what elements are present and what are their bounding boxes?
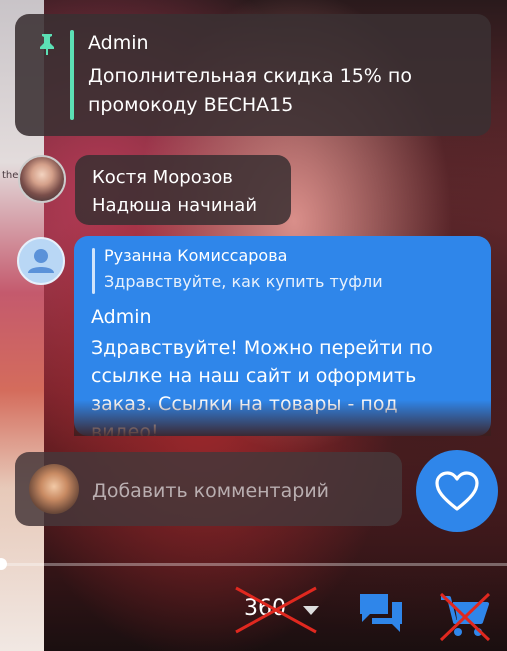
quote-bar — [92, 248, 95, 294]
quoted-text: Здравствуйте, как купить туфли — [104, 272, 383, 291]
pinned-accent-bar — [70, 30, 74, 120]
avatar[interactable] — [17, 237, 65, 285]
like-button[interactable] — [416, 450, 498, 532]
cart-icon[interactable] — [437, 590, 493, 642]
reply-author: Admin — [91, 306, 152, 328]
comment-author: Костя Морозов — [92, 167, 233, 188]
avatar[interactable] — [18, 155, 66, 203]
quoted-author: Рузанна Комиссарова — [104, 246, 288, 265]
pinned-text: Дополнительная скидка 15% по промокоду В… — [88, 65, 412, 116]
live-stream-screen: the Admin Дополнительная скидка 15% по п… — [0, 0, 507, 651]
pinned-message[interactable]: Admin Дополнительная скидка 15% по промо… — [15, 14, 491, 136]
cross-mark — [235, 586, 317, 634]
avatar — [29, 464, 79, 514]
chat-fade-overlay — [74, 400, 491, 436]
user-icon — [28, 249, 54, 273]
comment-text: Надюша начинай — [92, 195, 258, 216]
side-text: the — [2, 170, 19, 181]
heart-icon — [435, 471, 479, 511]
pinned-author: Admin — [88, 32, 149, 54]
comment-bubble[interactable]: Костя Морозов Надюша начинай — [75, 155, 291, 225]
pin-icon — [40, 34, 54, 55]
chat-icon[interactable] — [358, 592, 404, 634]
comment-input[interactable]: Добавить комментарий — [15, 452, 402, 526]
progress-track[interactable] — [0, 563, 507, 566]
comment-placeholder: Добавить комментарий — [92, 480, 330, 502]
